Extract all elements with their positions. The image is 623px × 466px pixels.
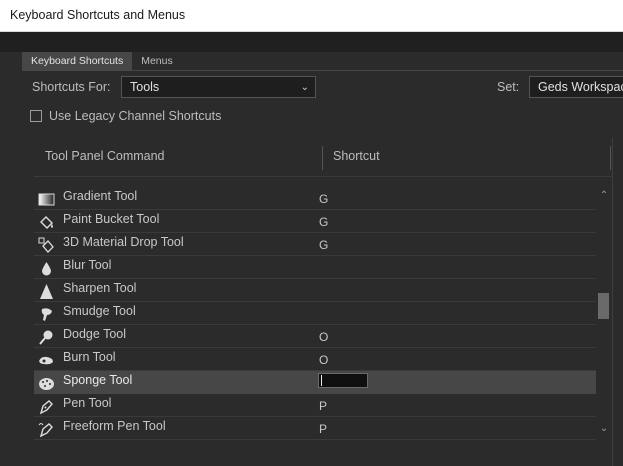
text-caret (321, 375, 322, 386)
shortcut-edit-field[interactable] (318, 373, 368, 388)
tab-divider (22, 70, 623, 71)
tab-bar: Keyboard Shortcuts Menus (22, 52, 182, 70)
table-row[interactable]: Freeform Pen Tool P (34, 417, 596, 440)
sharpen-tool-icon (40, 284, 53, 299)
shortcuts-for-select[interactable]: Tools ⌄ (121, 76, 316, 98)
table-row[interactable]: Dodge Tool O (34, 325, 596, 348)
shortcut-value[interactable]: G (319, 238, 328, 252)
tool-name: Sharpen Tool (63, 281, 137, 295)
table-row[interactable]: Pen Tool P (34, 394, 596, 417)
smudge-tool-icon (41, 308, 52, 321)
set-value: Geds Workspac (538, 80, 623, 94)
shortcut-value[interactable]: G (319, 215, 328, 229)
set-label: Set: (497, 80, 520, 94)
shortcuts-for-value: Tools (130, 80, 160, 94)
chevron-down-icon: ⌄ (300, 82, 309, 93)
3d-material-drop-tool-icon (38, 237, 54, 253)
tool-name: Sponge Tool (63, 373, 133, 387)
tool-name: Gradient Tool (63, 189, 138, 203)
table-row[interactable]: Paint Bucket Tool G (34, 210, 596, 233)
panel-edge (612, 138, 623, 466)
tool-name: Smudge Tool (63, 304, 136, 318)
shortcut-value[interactable]: P (319, 422, 327, 436)
table-row[interactable]: Sharpen Tool (34, 279, 596, 302)
tab-menus[interactable]: Menus (132, 52, 182, 70)
set-select[interactable]: Geds Workspac (529, 76, 623, 98)
shortcut-value[interactable]: O (319, 330, 328, 344)
scrollbar-thumb[interactable] (598, 293, 609, 319)
column-header-command[interactable]: Tool Panel Command (45, 149, 165, 163)
freeform-pen-tool-icon (38, 423, 53, 438)
legacy-checkbox-label: Use Legacy Channel Shortcuts (49, 109, 222, 123)
column-divider (610, 146, 611, 170)
table-row[interactable]: Smudge Tool (34, 302, 596, 325)
pen-tool-icon (39, 400, 53, 415)
shortcut-value[interactable]: G (319, 192, 328, 206)
tool-name: Dodge Tool (63, 327, 127, 341)
tool-name: Paint Bucket Tool (63, 212, 160, 226)
column-divider (322, 146, 323, 170)
table-row[interactable]: 3D Material Drop Tool G (34, 233, 596, 256)
shortcut-value[interactable]: O (319, 353, 328, 367)
title-bar: Keyboard Shortcuts and Menus (0, 0, 623, 32)
tab-keyboard-shortcuts[interactable]: Keyboard Shortcuts (22, 52, 133, 70)
table-row-selected[interactable]: Sponge Tool (34, 371, 596, 394)
vertical-scrollbar[interactable]: ⌃ ⌄ (596, 187, 612, 440)
column-header-shortcut[interactable]: Shortcut (333, 149, 380, 163)
scroll-up-icon[interactable]: ⌃ (596, 190, 612, 201)
scroll-down-icon[interactable]: ⌄ (596, 423, 612, 434)
window-title: Keyboard Shortcuts and Menus (10, 8, 186, 22)
tool-name: Blur Tool (63, 258, 112, 272)
tool-name: Pen Tool (63, 396, 112, 410)
shortcut-value[interactable]: P (319, 399, 327, 413)
shortcut-list: Gradient Tool G Paint Bucket Tool G 3D M… (34, 187, 596, 440)
table-row[interactable]: Gradient Tool G (34, 187, 596, 210)
blur-tool-icon (42, 262, 51, 276)
table-row[interactable]: Blur Tool (34, 256, 596, 279)
dodge-tool-icon (39, 330, 53, 345)
header-strip (0, 32, 623, 52)
paint-bucket-tool-icon (40, 216, 53, 229)
table-header: Tool Panel Command Shortcut (34, 138, 612, 177)
burn-tool-icon (39, 356, 53, 365)
table-row[interactable]: Burn Tool O (34, 348, 596, 371)
sponge-tool-icon (39, 378, 54, 390)
tool-name: 3D Material Drop Tool (63, 235, 184, 249)
tool-name: Burn Tool (63, 350, 116, 364)
shortcuts-for-label: Shortcuts For: (32, 80, 111, 94)
gradient-tool-icon (38, 193, 55, 206)
legacy-checkbox[interactable] (30, 110, 42, 122)
tool-name: Freeform Pen Tool (63, 419, 166, 433)
